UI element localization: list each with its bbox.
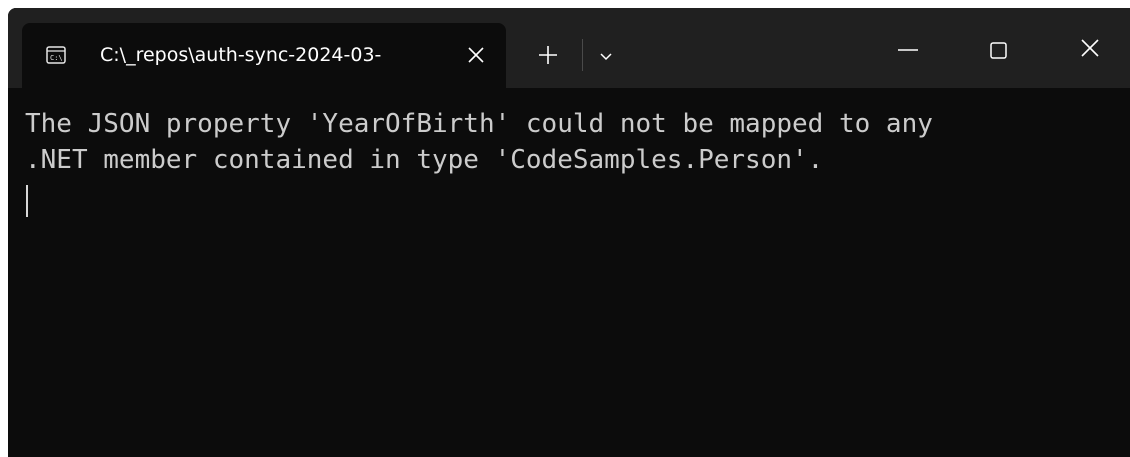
close-window-button[interactable] bbox=[1066, 30, 1114, 70]
title-bar[interactable]: C:\ C:\_repos\auth-sync-2024-03- bbox=[8, 8, 1130, 88]
new-tab-button[interactable] bbox=[533, 40, 563, 70]
terminal-window: C:\ C:\_repos\auth-sync-2024-03- The JSO… bbox=[8, 8, 1130, 457]
tab-title: C:\_repos\auth-sync-2024-03- bbox=[100, 44, 382, 66]
plus-icon bbox=[539, 46, 557, 64]
text-cursor bbox=[26, 185, 28, 217]
tab-active[interactable]: C:\ C:\_repos\auth-sync-2024-03- bbox=[22, 23, 506, 88]
maximize-icon bbox=[990, 42, 1007, 59]
close-icon bbox=[1081, 39, 1099, 57]
tab-dropdown-button[interactable] bbox=[595, 46, 617, 68]
command-prompt-icon: C:\ bbox=[46, 45, 66, 65]
terminal-line: .NET member contained in type 'CodeSampl… bbox=[25, 145, 824, 175]
chevron-down-icon bbox=[600, 53, 612, 61]
terminal-line: The JSON property 'YearOfBirth' could no… bbox=[25, 109, 933, 139]
minimize-icon bbox=[898, 49, 918, 51]
close-icon bbox=[468, 47, 484, 63]
maximize-button[interactable] bbox=[974, 30, 1022, 70]
tab-close-button[interactable] bbox=[462, 41, 490, 69]
tab-divider bbox=[582, 39, 583, 71]
minimize-button[interactable] bbox=[884, 30, 932, 70]
svg-text:C:\: C:\ bbox=[50, 54, 63, 62]
terminal-output[interactable]: The JSON property 'YearOfBirth' could no… bbox=[8, 88, 1130, 457]
